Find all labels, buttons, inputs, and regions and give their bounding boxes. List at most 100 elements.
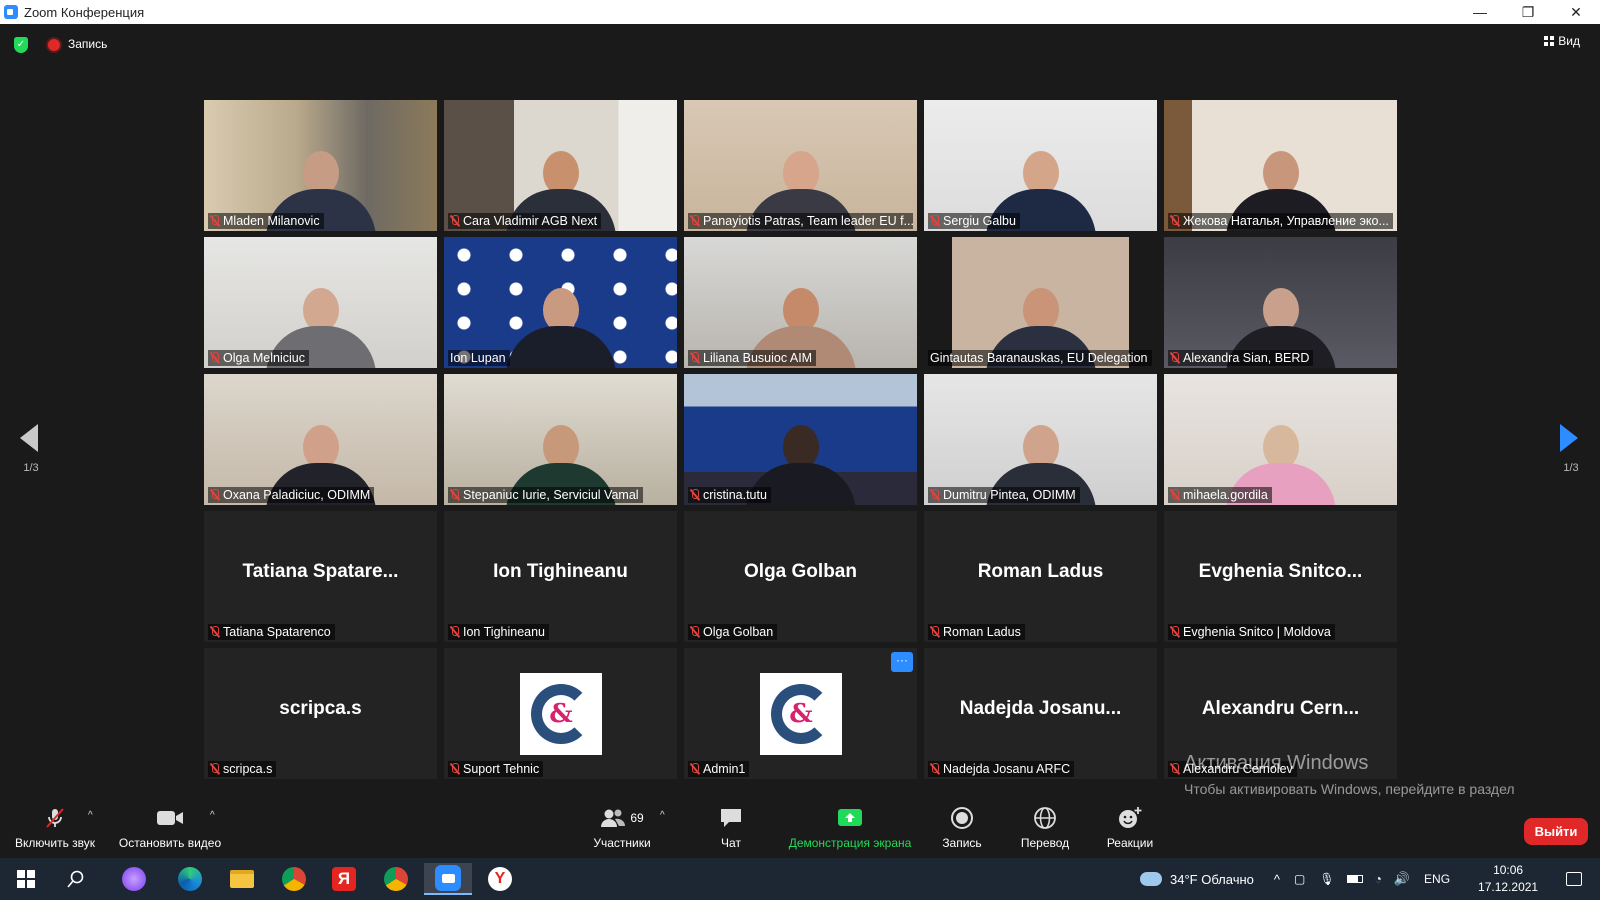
security-shield-icon[interactable]: ✓ — [14, 37, 28, 53]
chrome-profile-icon[interactable] — [372, 863, 420, 895]
minimize-button[interactable]: — — [1456, 0, 1504, 24]
video-options-caret[interactable]: ^ — [210, 810, 215, 821]
muted-mic-icon — [210, 352, 219, 364]
clock-date: 17.12.2021 — [1478, 880, 1539, 894]
meeting-toolbar: Включить звук ^ Остановить видео ^ 69 Уч… — [0, 800, 1600, 858]
input-language[interactable]: ENG — [1424, 872, 1450, 886]
participant-name-label: Cara Vladimir AGB Next — [448, 213, 602, 229]
muted-mic-icon — [690, 489, 699, 501]
file-explorer-icon[interactable] — [218, 863, 266, 895]
muted-mic-icon — [1170, 763, 1179, 775]
chat-bubble-icon — [719, 806, 743, 830]
participant-display-name: Olga Golban — [744, 561, 857, 582]
restore-button[interactable]: ❐ — [1504, 0, 1552, 24]
start-button[interactable] — [2, 863, 50, 895]
audio-options-caret[interactable]: ^ — [88, 810, 93, 821]
participant-tile[interactable]: Oxana Paladiciuc, ODIMM — [204, 374, 437, 505]
recording-indicator-icon — [48, 39, 60, 51]
interpretation-button[interactable]: Перевод — [1017, 806, 1073, 850]
window-titlebar: Zoom Конференция — ❐ ✕ — [0, 0, 1600, 24]
record-button[interactable]: Запись — [936, 806, 988, 850]
participant-tile[interactable]: Nadejda Josanu... Nadejda Josanu ARFC — [924, 648, 1157, 779]
chat-button[interactable]: Чат — [706, 806, 756, 850]
cloud-weather-icon — [1140, 872, 1162, 886]
participant-tile[interactable]: cristina.tutu — [684, 374, 917, 505]
meet-now-icon[interactable]: ▢ — [1294, 872, 1305, 886]
participants-button[interactable]: 69 Участники — [582, 806, 662, 850]
participant-name-label: Dumitru Pintea, ODIMM — [928, 487, 1080, 503]
participant-tile[interactable]: Жекова Наталья, Управление эко... — [1164, 100, 1397, 231]
share-screen-button[interactable]: Демонстрация экрана — [780, 806, 920, 850]
participant-tile[interactable]: Stepaniuc Iurie, Serviciul Vamal — [444, 374, 677, 505]
system-tray: 34°F Облачно ^ ▢ 🎙 ◔ 🔊 ENG 10:06 17.12.2… — [1140, 858, 1583, 900]
edge-browser-icon[interactable] — [166, 863, 214, 895]
action-center-icon[interactable] — [1566, 872, 1583, 886]
muted-mic-icon — [1170, 215, 1179, 227]
unmute-button[interactable]: Включить звук — [10, 806, 100, 850]
muted-mic-icon — [210, 215, 219, 227]
show-hidden-icons-chevron-icon[interactable]: ^ — [1274, 872, 1280, 887]
participant-name-label: Olga Golban — [688, 624, 778, 640]
participant-tile[interactable]: Liliana Busuioc AIM — [684, 237, 917, 368]
microphone-tray-icon[interactable]: 🎙 — [1319, 872, 1334, 886]
participant-tile[interactable]: scripca.s scripca.s — [204, 648, 437, 779]
arrow-left-icon — [20, 424, 38, 452]
weather-text[interactable]: 34°F Облачно — [1170, 872, 1254, 887]
participant-tile[interactable]: Ion Tighineanu Ion Tighineanu — [444, 511, 677, 642]
more-options-button[interactable]: ··· — [891, 652, 913, 672]
participant-name-label: scripca.s — [208, 761, 277, 777]
leave-meeting-button[interactable]: Выйти — [1524, 818, 1588, 845]
zoom-taskbar-icon[interactable] — [424, 863, 472, 895]
participant-tile[interactable]: Dumitru Pintea, ODIMM — [924, 374, 1157, 505]
record-icon — [950, 806, 974, 830]
muted-mic-icon — [930, 489, 939, 501]
participant-tile[interactable]: Tatiana Spatare... Tatiana Spatarenco — [204, 511, 437, 642]
participant-name-label: Evghenia Snitco | Moldova — [1168, 624, 1335, 640]
participant-tile[interactable]: Olga Melniciuc — [204, 237, 437, 368]
participant-tile[interactable]: & Suport Tehnic — [444, 648, 677, 779]
participant-tile-active-speaker[interactable]: Gintautas Baranauskas, EU Delegation — [924, 237, 1157, 368]
participant-name-label: Alexandra Sian, BERD — [1168, 350, 1314, 366]
participant-tile[interactable]: Roman Ladus Roman Ladus — [924, 511, 1157, 642]
participant-tile[interactable]: & ··· Admin1 — [684, 648, 917, 779]
organization-logo-icon: & — [531, 684, 591, 744]
participant-tile[interactable]: mihaela.gordila — [1164, 374, 1397, 505]
participants-options-caret[interactable]: ^ — [660, 810, 665, 821]
participant-tile[interactable]: Olga Golban Olga Golban — [684, 511, 917, 642]
participant-tile[interactable]: Cara Vladimir AGB Next — [444, 100, 677, 231]
yandex-icon[interactable]: Я — [320, 863, 368, 895]
windows-taskbar: Я Y 34°F Облачно ^ ▢ 🎙 ◔ 🔊 ENG 10:06 17.… — [0, 858, 1600, 900]
clock-time: 10:06 — [1493, 863, 1524, 877]
close-button[interactable]: ✕ — [1552, 0, 1600, 24]
participant-tile[interactable]: Evghenia Snitco... Evghenia Snitco | Mol… — [1164, 511, 1397, 642]
volume-icon[interactable]: 🔊 — [1394, 871, 1410, 887]
alice-assistant-icon[interactable] — [110, 863, 158, 895]
network-wifi-icon[interactable]: ◔ — [1375, 872, 1382, 886]
reactions-button[interactable]: Реакции — [1102, 806, 1158, 850]
participant-name-label: Oxana Paladiciuc, ODIMM — [208, 487, 375, 503]
yandex-browser-icon[interactable]: Y — [476, 863, 524, 895]
participant-tile[interactable]: Mladen Milanovic — [204, 100, 437, 231]
grid-view-icon — [1544, 36, 1555, 46]
participant-tile[interactable]: Ion Lupan — [444, 237, 677, 368]
participant-tile[interactable]: Panayiotis Patras, Team leader EU f... — [684, 100, 917, 231]
next-page-button[interactable]: 1/3 — [1556, 424, 1586, 474]
participant-name-label: cristina.tutu — [688, 487, 771, 503]
previous-page-button[interactable]: 1/3 — [16, 424, 46, 474]
participant-tile[interactable]: Alexandra Sian, BERD — [1164, 237, 1397, 368]
battery-icon[interactable] — [1346, 875, 1363, 883]
chrome-browser-icon[interactable] — [270, 863, 318, 895]
participant-name-label: Suport Tehnic — [448, 761, 544, 777]
participant-name-label: Tatiana Spatarenco — [208, 624, 335, 640]
recording-label: Запись — [68, 37, 108, 51]
clock[interactable]: 10:06 17.12.2021 — [1478, 862, 1538, 896]
muted-mic-icon — [210, 489, 219, 501]
view-button[interactable]: Вид — [1544, 34, 1580, 48]
participant-name-label: Olga Melniciuc — [208, 350, 309, 366]
muted-mic-icon — [210, 763, 219, 775]
view-label: Вид — [1558, 34, 1580, 48]
video-camera-icon — [156, 806, 184, 830]
search-button[interactable] — [52, 863, 100, 895]
participant-tile[interactable]: Sergiu Galbu — [924, 100, 1157, 231]
muted-mic-icon — [690, 763, 699, 775]
